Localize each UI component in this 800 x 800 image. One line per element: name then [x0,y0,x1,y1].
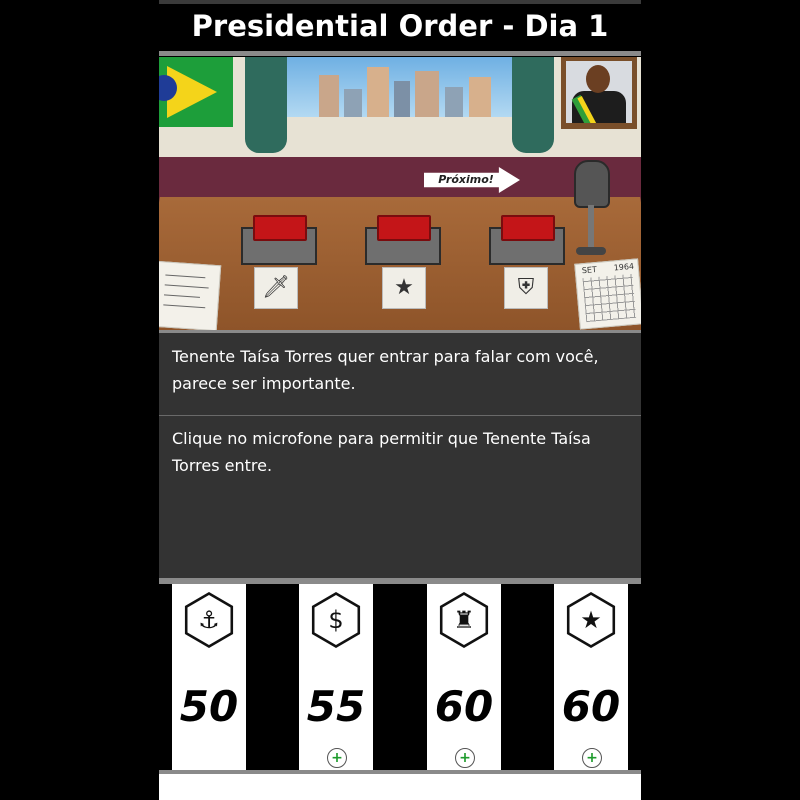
stat-value: 55 [306,682,366,731]
plus-icon[interactable]: + [582,748,602,768]
message-divider [159,415,641,416]
divider [159,51,641,56]
stat-value: 50 [179,682,239,731]
stats-bar: ⚓ 50 $ 55 + ♜ 60 + ★ 60 + [159,584,641,770]
plus-icon[interactable]: + [455,748,475,768]
message-panel: Tenente Taísa Torres quer entrar para fa… [159,333,641,578]
event-message: Tenente Taísa Torres quer entrar para fa… [172,347,599,393]
microphone-icon[interactable] [574,160,610,208]
footer-area [159,774,641,800]
curtain-right [512,57,554,153]
brazil-flag [159,57,233,127]
star-icon: ★ [382,267,426,309]
shield-icon: ⛨ [504,267,548,309]
office-scene: Próximo! 🗡 ★ ⛨ SET 1964 [159,57,641,331]
president-portrait [561,57,637,129]
industry-icon: ♜ [439,592,489,648]
plus-icon[interactable]: + [327,748,347,768]
stat-value: 60 [434,682,494,731]
red-button-3[interactable] [489,215,565,265]
stat-military: ⚓ 50 [172,584,246,770]
stat-politics: ★ 60 + [554,584,628,770]
economy-icon: $ [311,592,361,648]
top-border [159,0,641,4]
red-button-2[interactable] [365,215,441,265]
calendar: SET 1964 [574,258,641,330]
window-skyline [259,57,554,117]
stat-industry: ♜ 60 + [427,584,501,770]
eagle-star-icon: ★ [566,592,616,648]
page-title: Presidential Order - Dia 1 [191,9,609,43]
stat-value: 60 [561,682,621,731]
red-button-1[interactable] [241,215,317,265]
microphone-stand[interactable] [588,205,594,247]
curtain-left [245,57,287,153]
next-label[interactable]: Próximo! [425,170,507,190]
instruction-message: Clique no microfone para permitir que Te… [172,429,591,475]
military-icon: ⚓ [184,592,234,648]
stat-economy: $ 55 + [299,584,373,770]
document-paper [159,260,222,331]
microphone-base[interactable] [576,247,606,255]
calendar-month: SET [581,264,598,276]
game-app: Presidential Order - Dia 1 Próximo! 🗡 ★ [159,0,641,800]
dagger-icon: 🗡 [254,267,298,309]
calendar-year: 1964 [613,261,635,273]
